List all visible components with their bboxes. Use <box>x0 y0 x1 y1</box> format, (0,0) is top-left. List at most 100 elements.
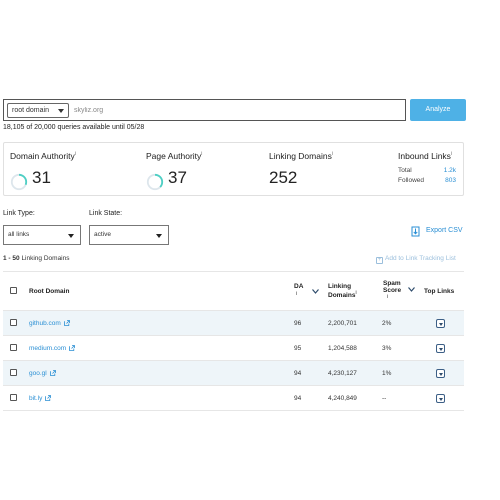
inbound-followed-label: Followed <box>398 177 425 184</box>
linking-domains-table: Root Domain DA i Linking Domainsi Spam S… <box>3 271 464 411</box>
column-top-links: Top Links <box>424 288 455 295</box>
da-cell: 94 <box>294 370 302 377</box>
column-root-domain[interactable]: Root Domain <box>29 288 69 295</box>
top-links-button[interactable] <box>436 319 445 328</box>
domain-cell: bit.ly <box>29 395 52 402</box>
table-row: medium.com 95 1,204,588 3% <box>3 336 464 361</box>
add-to-tracking-label: Add to Link Tracking List <box>385 255 456 262</box>
chevron-down-icon <box>439 348 443 351</box>
page-authority-ring-icon <box>146 173 164 191</box>
info-icon[interactable]: i <box>383 294 401 300</box>
da-cell: 95 <box>294 345 302 352</box>
linking-domains-cell: 4,230,127 <box>328 370 357 377</box>
analyze-button[interactable]: Analyze <box>410 99 466 121</box>
sort-desc-icon[interactable] <box>312 289 319 294</box>
search-input[interactable] <box>74 103 394 118</box>
page-authority-metric: Page Authorityi 37 <box>146 151 202 191</box>
da-cell: 94 <box>294 395 302 402</box>
spam-score-cell: 3% <box>382 345 392 352</box>
results-range-count: 1 - 50 <box>3 255 20 262</box>
spam-score-cell: 1% <box>382 370 392 377</box>
linking-domains-cell: 1,204,588 <box>328 345 357 352</box>
link-state-select[interactable]: active <box>89 225 169 245</box>
metrics-panel: Domain Authorityi 31 Page Authorityi 37 … <box>3 142 464 196</box>
row-checkbox[interactable] <box>10 394 17 401</box>
export-csv-label: Export CSV <box>426 227 463 234</box>
column-linking-label-2: Domainsi <box>328 290 357 300</box>
info-icon[interactable]: i <box>296 291 297 297</box>
domain-link[interactable]: github.com <box>29 320 61 327</box>
domain-authority-value: 31 <box>32 168 51 187</box>
column-linking-domains[interactable]: Linking Domainsi <box>328 283 357 299</box>
download-icon <box>411 226 420 237</box>
info-icon[interactable]: i <box>332 151 333 157</box>
domain-authority-metric: Domain Authorityi 31 <box>10 151 76 191</box>
table-row: github.com 96 2,200,701 2% <box>3 311 464 336</box>
external-link-icon[interactable] <box>69 345 76 351</box>
inbound-followed-value[interactable]: 803 <box>445 177 456 184</box>
add-to-tracking-button[interactable]: + Add to Link Tracking List <box>376 255 456 264</box>
column-spam-score[interactable]: Spam Score i <box>383 280 401 300</box>
domain-cell: github.com <box>29 320 70 327</box>
link-state-value: active <box>94 231 111 238</box>
chevron-down-icon <box>439 323 443 326</box>
spam-score-cell: 2% <box>382 320 392 327</box>
inbound-links-title: Inbound Links <box>398 151 451 161</box>
table-row: goo.gl 94 4,230,127 1% <box>3 361 464 386</box>
column-da-label: DA <box>294 283 304 290</box>
link-state-label: Link State: <box>89 210 123 217</box>
row-checkbox[interactable] <box>10 344 17 351</box>
da-cell: 96 <box>294 320 302 327</box>
link-type-select[interactable]: all links <box>3 225 81 245</box>
linking-domains-metric: Linking Domainsi 252 <box>269 151 333 187</box>
column-spam-label-2: Score <box>383 287 402 294</box>
top-links-button[interactable] <box>436 369 445 378</box>
info-icon[interactable]: i <box>201 151 202 157</box>
inbound-links-metric: Inbound Linksi Total 1.2k Followed 803 <box>398 151 456 184</box>
chevron-down-icon <box>439 398 443 401</box>
select-all-checkbox[interactable] <box>10 287 17 294</box>
column-linking-label-1: Linking <box>328 283 352 290</box>
plus-icon: + <box>376 257 383 264</box>
inbound-total-value[interactable]: 1.2k <box>444 167 456 174</box>
results-range-text: Linking Domains <box>21 255 70 262</box>
linking-domains-cell: 4,240,849 <box>328 395 357 402</box>
sort-icon[interactable] <box>408 287 415 292</box>
domain-link[interactable]: goo.gl <box>29 370 47 377</box>
table-row: bit.ly 94 4,240,849 -- <box>3 386 464 411</box>
search-box: root domain <box>3 99 406 121</box>
search-bar: root domain Analyze <box>3 99 466 121</box>
linking-domains-cell: 2,200,701 <box>328 320 357 327</box>
top-links-button[interactable] <box>436 344 445 353</box>
table-header: Root Domain DA i Linking Domainsi Spam S… <box>3 271 464 311</box>
row-checkbox[interactable] <box>10 319 17 326</box>
inbound-followed-row: Followed 803 <box>398 177 456 184</box>
external-link-icon[interactable] <box>49 370 56 376</box>
page-authority-title: Page Authority <box>146 151 202 161</box>
external-link-icon[interactable] <box>63 320 70 326</box>
external-link-icon[interactable] <box>45 395 52 401</box>
domain-link[interactable]: medium.com <box>29 345 66 352</box>
chevron-down-icon <box>68 234 74 238</box>
row-checkbox[interactable] <box>10 369 17 376</box>
domain-authority-title: Domain Authority <box>10 151 75 161</box>
scope-select-label: root domain <box>12 107 49 114</box>
column-spam-label-1: Spam <box>383 280 401 287</box>
chevron-down-icon <box>58 109 64 113</box>
info-icon[interactable]: i <box>355 290 356 296</box>
link-type-label: Link Type: <box>3 210 35 217</box>
top-links-button[interactable] <box>436 394 445 403</box>
chevron-down-icon <box>439 373 443 376</box>
domain-cell: goo.gl <box>29 370 56 377</box>
info-icon[interactable]: i <box>451 151 452 157</box>
info-icon[interactable]: i <box>75 151 76 157</box>
scope-select[interactable]: root domain <box>7 103 69 118</box>
linking-domains-value: 252 <box>269 168 298 187</box>
chevron-down-icon <box>156 234 162 238</box>
column-da[interactable]: DA <box>294 283 303 290</box>
spam-score-cell: -- <box>382 395 387 402</box>
page-authority-value: 37 <box>168 168 187 187</box>
linking-domains-title: Linking Domains <box>269 151 332 161</box>
inbound-total-label: Total <box>398 167 412 174</box>
domain-link[interactable]: bit.ly <box>29 395 42 402</box>
